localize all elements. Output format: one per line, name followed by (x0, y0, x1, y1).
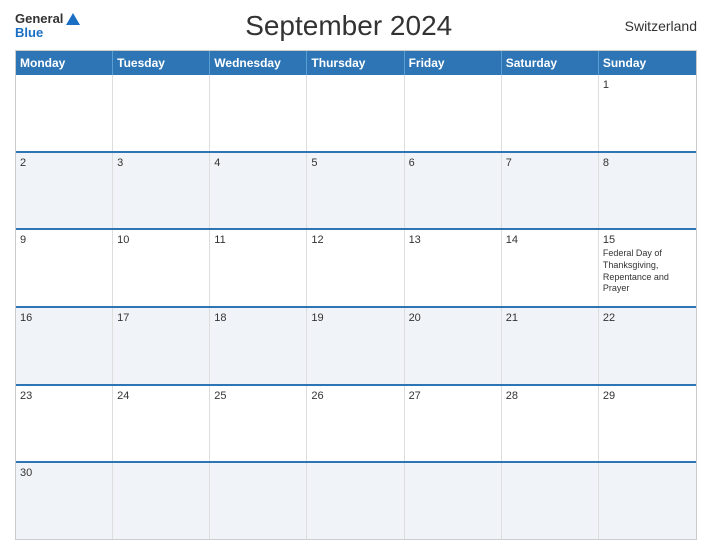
day-number: 25 (214, 390, 302, 402)
day-number: 8 (603, 157, 692, 169)
calendar-cell: 1 (599, 75, 696, 151)
day-header-friday: Friday (405, 51, 502, 75)
day-number: 18 (214, 312, 302, 324)
day-number: 11 (214, 234, 302, 246)
calendar-cell: 29 (599, 386, 696, 462)
day-number: 15 (603, 234, 692, 246)
day-number: 2 (20, 157, 108, 169)
day-number: 6 (409, 157, 497, 169)
calendar-week-1: 1 (16, 75, 696, 153)
month-title: September 2024 (80, 10, 617, 42)
day-number: 20 (409, 312, 497, 324)
calendar-cell: 15 Federal Day of Thanksgiving, Repentanc… (599, 230, 696, 306)
day-number: 9 (20, 234, 108, 246)
page: General Blue September 2024 Switzerland … (0, 0, 712, 550)
day-number: 16 (20, 312, 108, 324)
calendar-week-4: 16 17 18 19 20 21 22 (16, 308, 696, 386)
calendar-cell: 2 (16, 153, 113, 229)
day-number: 24 (117, 390, 205, 402)
calendar-cell: 30 (16, 463, 113, 539)
calendar-cell: 28 (502, 386, 599, 462)
calendar-cell: 5 (307, 153, 404, 229)
calendar-cell: 27 (405, 386, 502, 462)
calendar-cell: 21 (502, 308, 599, 384)
day-header-wednesday: Wednesday (210, 51, 307, 75)
day-number: 27 (409, 390, 497, 402)
calendar-cell (405, 463, 502, 539)
calendar-cell (502, 463, 599, 539)
calendar-cell: 14 (502, 230, 599, 306)
calendar-cell: 11 (210, 230, 307, 306)
calendar-cell: 24 (113, 386, 210, 462)
calendar-cell (599, 463, 696, 539)
logo-general-text: General (15, 12, 63, 26)
calendar-cell: 19 (307, 308, 404, 384)
calendar-cell: 7 (502, 153, 599, 229)
calendar-cell: 17 (113, 308, 210, 384)
day-number: 1 (603, 79, 692, 91)
day-header-sunday: Sunday (599, 51, 696, 75)
calendar-cell (210, 463, 307, 539)
calendar: MondayTuesdayWednesdayThursdayFridaySatu… (15, 50, 697, 540)
day-number: 7 (506, 157, 594, 169)
day-number: 26 (311, 390, 399, 402)
calendar-week-3: 9 10 11 12 13 14 15 Federal Day of Thanksgiving… (16, 230, 696, 308)
calendar-cell (210, 75, 307, 151)
calendar-cell: 23 (16, 386, 113, 462)
calendar-cell (307, 75, 404, 151)
calendar-cell: 22 (599, 308, 696, 384)
day-number: 28 (506, 390, 594, 402)
calendar-cell: 13 (405, 230, 502, 306)
calendar-cell: 6 (405, 153, 502, 229)
calendar-cell: 12 (307, 230, 404, 306)
day-number: 12 (311, 234, 399, 246)
calendar-cell: 26 (307, 386, 404, 462)
country-label: Switzerland (617, 18, 697, 34)
day-header-thursday: Thursday (307, 51, 404, 75)
logo-blue-text: Blue (15, 26, 80, 40)
calendar-cell (16, 75, 113, 151)
day-number: 22 (603, 312, 692, 324)
calendar-week-5: 23 24 25 26 27 28 29 (16, 386, 696, 464)
calendar-cell (113, 75, 210, 151)
calendar-cell: 25 (210, 386, 307, 462)
day-number: 14 (506, 234, 594, 246)
calendar-cell: 3 (113, 153, 210, 229)
calendar-cell: 16 (16, 308, 113, 384)
calendar-cell (405, 75, 502, 151)
day-number: 30 (20, 467, 108, 479)
day-header-saturday: Saturday (502, 51, 599, 75)
event-text: Federal Day of Thanksgiving, Repentance … (603, 248, 692, 295)
calendar-cell: 20 (405, 308, 502, 384)
day-header-tuesday: Tuesday (113, 51, 210, 75)
calendar-week-6: 30 (16, 463, 696, 539)
calendar-cell: 18 (210, 308, 307, 384)
calendar-header: MondayTuesdayWednesdayThursdayFridaySatu… (16, 51, 696, 75)
calendar-cell: 9 (16, 230, 113, 306)
calendar-cell: 10 (113, 230, 210, 306)
calendar-body: 123456789101112131415Federal Day of Than… (16, 75, 696, 539)
day-number: 5 (311, 157, 399, 169)
logo-triangle-icon (66, 13, 80, 25)
calendar-week-2: 2345678 (16, 153, 696, 231)
day-number: 19 (311, 312, 399, 324)
calendar-cell: 4 (210, 153, 307, 229)
day-number: 17 (117, 312, 205, 324)
calendar-cell (307, 463, 404, 539)
day-number: 3 (117, 157, 205, 169)
logo: General Blue (15, 12, 80, 41)
calendar-cell (502, 75, 599, 151)
day-number: 21 (506, 312, 594, 324)
day-header-monday: Monday (16, 51, 113, 75)
calendar-cell (113, 463, 210, 539)
header: General Blue September 2024 Switzerland (15, 10, 697, 42)
day-number: 29 (603, 390, 692, 402)
calendar-cell: 8 (599, 153, 696, 229)
day-number: 13 (409, 234, 497, 246)
day-number: 10 (117, 234, 205, 246)
day-number: 4 (214, 157, 302, 169)
day-number: 23 (20, 390, 108, 402)
